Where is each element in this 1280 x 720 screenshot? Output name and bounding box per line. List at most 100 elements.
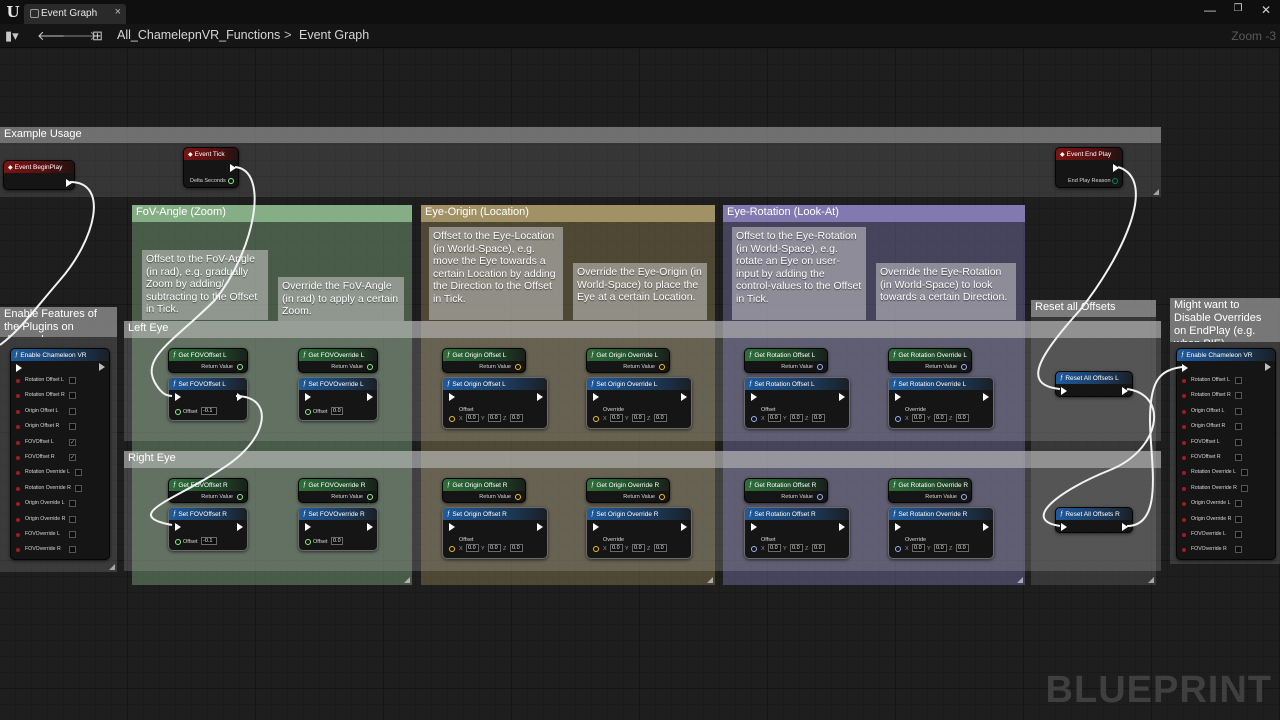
checkbox[interactable] xyxy=(75,484,82,492)
bool-pin[interactable] xyxy=(16,471,20,476)
exec-out-pin[interactable] xyxy=(537,523,543,531)
checkbox[interactable] xyxy=(1235,546,1242,554)
vector-pin[interactable] xyxy=(659,494,665,500)
value-field[interactable]: -0.1 xyxy=(201,537,217,545)
getter-node[interactable]: ƒ Get Rotation Offset L Return Value xyxy=(744,348,828,373)
checkbox[interactable] xyxy=(1235,454,1242,461)
float-pin[interactable] xyxy=(175,539,181,545)
value-field[interactable]: 0.0 xyxy=(912,544,925,552)
setter-node[interactable]: ƒ Set Rotation Offset R Offset X 0.0 Y 0.0 Z 0.0 xyxy=(744,507,850,559)
value-field[interactable]: 0.0 xyxy=(510,544,523,552)
value-field[interactable]: 0.0 xyxy=(934,544,947,552)
exec-in-pin[interactable] xyxy=(895,393,901,401)
bool-pin[interactable] xyxy=(1182,394,1186,399)
exec-out-pin[interactable] xyxy=(537,393,543,401)
rotator-pin[interactable] xyxy=(895,546,901,552)
value-field[interactable]: 0.0 xyxy=(331,537,343,545)
getter-node[interactable]: ƒ Get FOVOffset R Return Value xyxy=(168,478,248,503)
exec-out-pin[interactable] xyxy=(66,179,72,187)
maximize-button[interactable]: ❐ xyxy=(1230,3,1246,14)
vector-pin[interactable] xyxy=(449,546,455,552)
value-field[interactable]: 0.0 xyxy=(654,414,667,422)
checkbox[interactable] xyxy=(69,500,76,508)
rotator-pin[interactable] xyxy=(961,364,967,370)
checkbox[interactable] xyxy=(1235,531,1242,538)
bool-pin[interactable] xyxy=(16,409,20,414)
bool-pin[interactable] xyxy=(16,425,20,430)
note-fov-offset[interactable]: Offset to the FoV-Angle (in rad), e.g. g… xyxy=(142,250,268,320)
exec-in-pin[interactable] xyxy=(751,523,757,531)
bool-pin[interactable] xyxy=(1182,533,1186,537)
resize-grip[interactable] xyxy=(1153,189,1159,195)
bool-pin[interactable] xyxy=(1182,471,1186,476)
bool-pin[interactable] xyxy=(16,517,20,522)
value-field[interactable]: 0.0 xyxy=(812,544,825,552)
exec-out-pin[interactable] xyxy=(839,523,845,531)
value-field[interactable]: 0.0 xyxy=(610,414,623,422)
exec-in-pin[interactable] xyxy=(593,523,599,531)
value-field[interactable]: 0.0 xyxy=(654,544,667,552)
checkbox[interactable] xyxy=(1235,515,1242,523)
value-field[interactable]: 0.0 xyxy=(956,544,969,552)
value-field[interactable]: 0.0 xyxy=(912,414,925,422)
exec-out-pin[interactable] xyxy=(839,393,845,401)
value-field[interactable]: 0.0 xyxy=(610,544,623,552)
exec-in-pin[interactable] xyxy=(305,393,311,401)
note-fov-override[interactable]: Override the FoV-Angle (in rad) to apply… xyxy=(278,277,404,321)
bool-pin[interactable] xyxy=(1182,456,1186,460)
exec-in-pin[interactable] xyxy=(16,364,22,372)
setter-node[interactable]: ƒ Set FOVOffset L Offset -0.1 xyxy=(168,377,248,421)
bool-pin[interactable] xyxy=(1182,379,1186,383)
bool-pin[interactable] xyxy=(1182,409,1186,414)
checkbox[interactable] xyxy=(69,377,76,384)
getter-node[interactable]: ƒ Get Origin Offset R Return Value xyxy=(442,478,526,503)
reset-offsets-node-left[interactable]: ƒ Reset All Offsets L xyxy=(1055,371,1133,397)
checkbox[interactable] xyxy=(1235,377,1242,384)
note-origin-override[interactable]: Override the Eye-Origin (in World-Space)… xyxy=(573,263,707,320)
unreal-logo-icon[interactable]: U xyxy=(4,3,22,21)
resize-grip[interactable] xyxy=(1017,577,1023,583)
rotator-pin[interactable] xyxy=(751,546,757,552)
getter-node[interactable]: ƒ Get FOVOverride R Return Value xyxy=(298,478,378,503)
exec-out-pin[interactable] xyxy=(681,393,687,401)
bool-pin[interactable] xyxy=(1182,502,1186,507)
exec-out-pin[interactable] xyxy=(1113,164,1119,172)
value-field[interactable]: 0.0 xyxy=(790,544,803,552)
bool-pin[interactable] xyxy=(16,379,20,383)
checkbox[interactable] xyxy=(69,407,76,415)
tab-event-graph[interactable]: Event Graph × xyxy=(24,4,126,24)
checkbox[interactable] xyxy=(69,546,76,554)
note-rotation-override[interactable]: Override the Eye-Rotation (in World-Spac… xyxy=(876,263,1016,320)
getter-node[interactable]: ƒ Get Origin Offset L Return Value xyxy=(442,348,526,373)
value-field[interactable]: 0.0 xyxy=(488,544,501,552)
value-field[interactable]: 0.0 xyxy=(956,414,969,422)
exec-in-pin[interactable] xyxy=(449,523,455,531)
getter-node[interactable]: ƒ Get Origin Override R Return Value xyxy=(586,478,670,503)
enable-chameleon-node-right[interactable]: ƒ Enable Chameleon VR Rotation Offset L Ro… xyxy=(1176,348,1276,560)
bool-pin[interactable] xyxy=(16,533,20,537)
note-origin-offset[interactable]: Offset to the Eye-Location (in World-Spa… xyxy=(429,227,563,320)
float-pin[interactable] xyxy=(305,409,311,415)
float-pin[interactable] xyxy=(237,364,243,370)
checkbox[interactable] xyxy=(69,531,76,538)
setter-node[interactable]: ƒ Set Origin Override L Override X 0.0 Y 0.0 Z 0… xyxy=(586,377,692,429)
setter-node[interactable]: ƒ Set FOVOverride L Offset 0.0 xyxy=(298,377,378,421)
exec-in-pin[interactable] xyxy=(1061,387,1067,395)
checkbox[interactable] xyxy=(1241,469,1248,477)
close-window-button[interactable]: ✕ xyxy=(1258,3,1274,17)
bool-pin[interactable] xyxy=(1182,440,1186,445)
value-field[interactable]: 0.0 xyxy=(790,414,803,422)
minimize-button[interactable]: — xyxy=(1202,3,1218,17)
checkbox[interactable] xyxy=(1235,500,1242,508)
note-rotation-offset[interactable]: Offset to the Eye-Rotation (in World-Spa… xyxy=(732,227,866,320)
vector-pin[interactable] xyxy=(515,364,521,370)
float-pin[interactable] xyxy=(228,178,234,184)
float-pin[interactable] xyxy=(305,539,311,545)
bool-pin[interactable] xyxy=(1182,425,1186,430)
value-field[interactable]: 0.0 xyxy=(934,414,947,422)
checkbox[interactable] xyxy=(1235,438,1242,446)
event-tick-node[interactable]: ◆ Event Tick Delta Seconds xyxy=(183,147,239,188)
graph-icon[interactable]: ⊞ xyxy=(92,28,103,44)
checkbox[interactable]: ✓ xyxy=(69,438,76,446)
rotator-pin[interactable] xyxy=(961,494,967,500)
